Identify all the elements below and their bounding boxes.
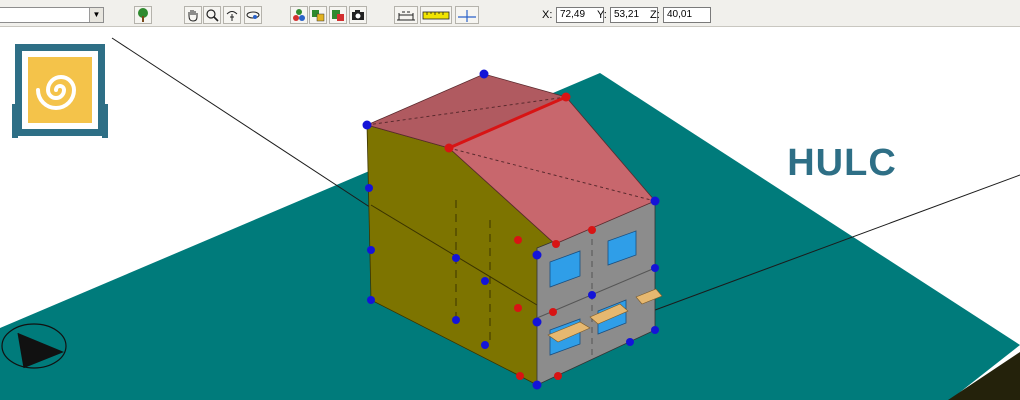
x-coord-label: X: [542,9,553,21]
y-coord-label: Y: [597,9,607,21]
crosshair-icon [458,10,476,22]
z-coord-label: Z: [650,9,660,21]
3d-viewport[interactable]: HULC [0,27,1020,400]
measure-icon [397,11,415,21]
pan-hand-button[interactable] [184,6,202,24]
layers-icon [312,10,325,22]
camera-icon [352,10,364,20]
chevron-down-icon[interactable]: ▼ [89,8,103,22]
layers-button[interactable] [309,6,327,24]
zoom-button[interactable] [203,6,221,24]
view-selector-dropdown[interactable]: ▼ [0,7,104,23]
rotate-view-button[interactable] [223,6,241,24]
toolbar: ▼ X: 72,49 Y: 53,21 Z: 40,01 [0,0,1020,27]
orbit-icon [246,11,260,19]
render-button[interactable] [329,6,347,24]
z-coord-field[interactable]: 40,01 [663,7,711,23]
shapes-button[interactable] [290,6,308,24]
render-icon [332,10,344,21]
ruler-button[interactable] [420,6,452,24]
hand-icon [188,10,198,22]
axis-cursor-button[interactable] [455,6,479,24]
camera-button[interactable] [349,6,367,24]
3d-scene [0,37,1020,400]
hulc-logo-text: HULC [787,142,897,184]
tree-icon [138,8,148,22]
shapes-icon [293,9,305,21]
measure-tool-button[interactable] [394,6,418,24]
hulc-logo [12,44,108,138]
ruler-icon [422,11,450,20]
magnifier-icon [206,9,219,22]
orbit-view-button[interactable] [244,6,262,24]
rotate-icon [226,11,238,21]
tree-button[interactable] [134,6,152,24]
